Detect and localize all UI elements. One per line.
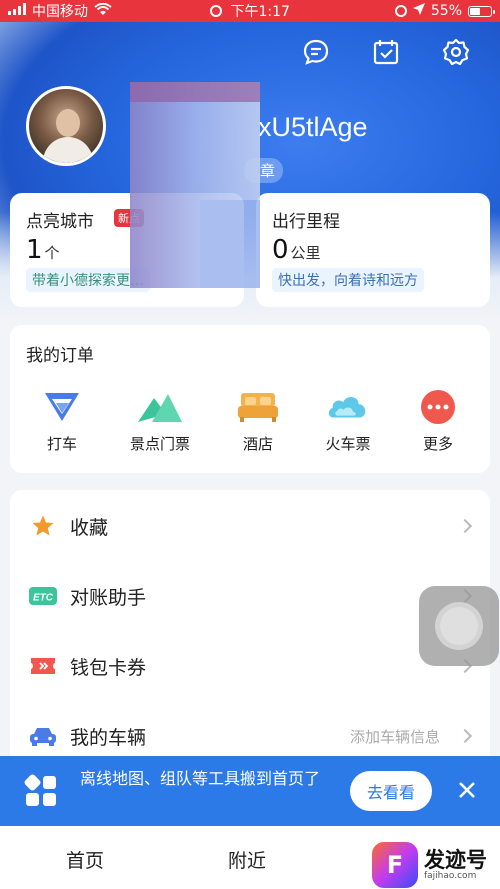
orders-title: 我的订单 <box>26 346 94 366</box>
add-vehicle-hint: 添加车辆信息 <box>349 727 440 746</box>
battery-icon <box>468 5 495 17</box>
username[interactable]: xU5tlAge <box>258 112 368 143</box>
lit-cities-title: 点亮城市 <box>26 212 94 232</box>
mileage-value: 0 公里 <box>272 235 321 265</box>
assistive-touch-button[interactable] <box>419 586 499 666</box>
more-icon <box>416 387 460 427</box>
menu-item-wallet[interactable]: 钱包卡券 <box>10 636 490 696</box>
chevron-right-icon <box>457 518 473 534</box>
menu-label: 我的车辆 <box>70 726 147 749</box>
mileage-card[interactable]: 出行里程 0 公里 快出发，向着诗和远方 <box>256 193 490 307</box>
record-icon <box>210 5 223 17</box>
cloud-icon <box>326 387 370 427</box>
tab-home[interactable]: 首页 <box>66 846 104 873</box>
mileage-note: 快出发，向着诗和远方 <box>272 268 424 292</box>
avatar[interactable] <box>26 86 106 166</box>
banner-text: 离线地图、组队等工具搬到首页了 <box>80 769 321 788</box>
mountain-icon <box>138 387 182 427</box>
carrier-label: 中国移动 <box>32 4 88 20</box>
privacy-mosaic <box>130 82 260 288</box>
order-hotel[interactable]: 酒店 <box>218 387 298 454</box>
star-icon <box>28 514 58 538</box>
site-watermark: F 发迹号 fajihao.com <box>372 842 487 888</box>
battery-percent: 55% <box>430 3 462 19</box>
close-icon[interactable] <box>456 779 478 801</box>
settings-gear-icon[interactable] <box>441 37 471 67</box>
status-time: 下午1:17 <box>230 4 290 20</box>
watermark-text: 发迹号 <box>424 848 487 872</box>
my-orders-card: 我的订单 打车 景点门票 酒店 火车票 更多 <box>10 325 490 473</box>
avatar-face <box>56 109 80 137</box>
watermark-url: fajihao.com <box>424 871 477 881</box>
location-arrow-icon <box>412 3 425 19</box>
order-train[interactable]: 火车票 <box>308 387 388 454</box>
status-bar: 中国移动 下午1:17 55% <box>0 0 500 22</box>
signal-icon <box>8 3 26 19</box>
checkin-calendar-icon[interactable] <box>371 37 401 67</box>
taxi-icon <box>40 387 84 427</box>
chevron-right-icon <box>457 728 473 744</box>
lock-rotation-icon <box>394 5 407 17</box>
ticket-icon <box>28 654 58 678</box>
car-icon <box>28 724 58 748</box>
tools-grid-icon <box>24 774 58 808</box>
menu-label: 对账助手 <box>70 586 147 609</box>
menu-item-favorites[interactable]: 收藏 <box>10 496 490 556</box>
message-icon[interactable] <box>301 37 331 67</box>
avatar-body <box>43 137 93 163</box>
order-tickets[interactable]: 景点门票 <box>120 387 200 454</box>
mileage-title: 出行里程 <box>272 212 340 232</box>
menu-label: 收藏 <box>70 516 109 539</box>
order-more[interactable]: 更多 <box>398 387 478 454</box>
go-see-button[interactable]: 去看看 <box>350 771 432 811</box>
tip-banner: 离线地图、组队等工具搬到首页了 去看看 <box>0 756 500 826</box>
wifi-icon <box>94 2 112 20</box>
menu-label: 钱包卡券 <box>70 656 147 679</box>
bed-icon <box>236 387 280 427</box>
tab-nearby[interactable]: 附近 <box>228 846 266 873</box>
battery-fill <box>470 7 481 15</box>
svg-text:ETC: ETC <box>33 593 54 604</box>
menu-item-reconcile[interactable]: ETC 对账助手 <box>10 566 490 626</box>
menu-list: 收藏 ETC 对账助手 钱包卡券 我的车辆 添加车辆信息 <box>10 490 490 770</box>
watermark-logo-icon: F <box>372 842 418 888</box>
etc-icon: ETC <box>28 584 58 608</box>
order-taxi[interactable]: 打车 <box>22 387 102 454</box>
lit-cities-count: 1个 <box>26 235 60 265</box>
